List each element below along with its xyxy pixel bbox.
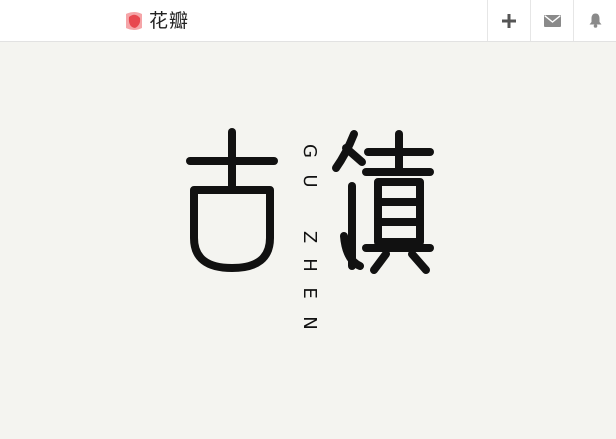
bell-icon <box>589 13 601 28</box>
latin-letter: E <box>299 287 320 299</box>
character-zhen-glyph <box>332 130 434 274</box>
brand-link[interactable]: 花瓣 <box>123 9 189 33</box>
notifications-button[interactable] <box>573 0 616 41</box>
latin-letter: Z <box>299 230 320 244</box>
huaban-petal-icon <box>126 12 142 30</box>
brand-name: 花瓣 <box>149 10 190 32</box>
add-button[interactable] <box>487 0 530 41</box>
latin-letter: N <box>299 316 320 330</box>
latin-letter: G <box>299 144 320 158</box>
guzhen-latin-vertical-text: G U Z H E N <box>298 140 320 340</box>
mail-icon <box>543 14 561 27</box>
header-actions <box>487 0 616 41</box>
messages-button[interactable] <box>530 0 573 41</box>
latin-letter: H <box>299 258 320 272</box>
latin-letter: U <box>299 174 320 188</box>
top-navigation-bar: 花瓣 <box>0 0 616 42</box>
plus-icon <box>502 13 516 28</box>
character-gu-glyph <box>186 128 278 272</box>
